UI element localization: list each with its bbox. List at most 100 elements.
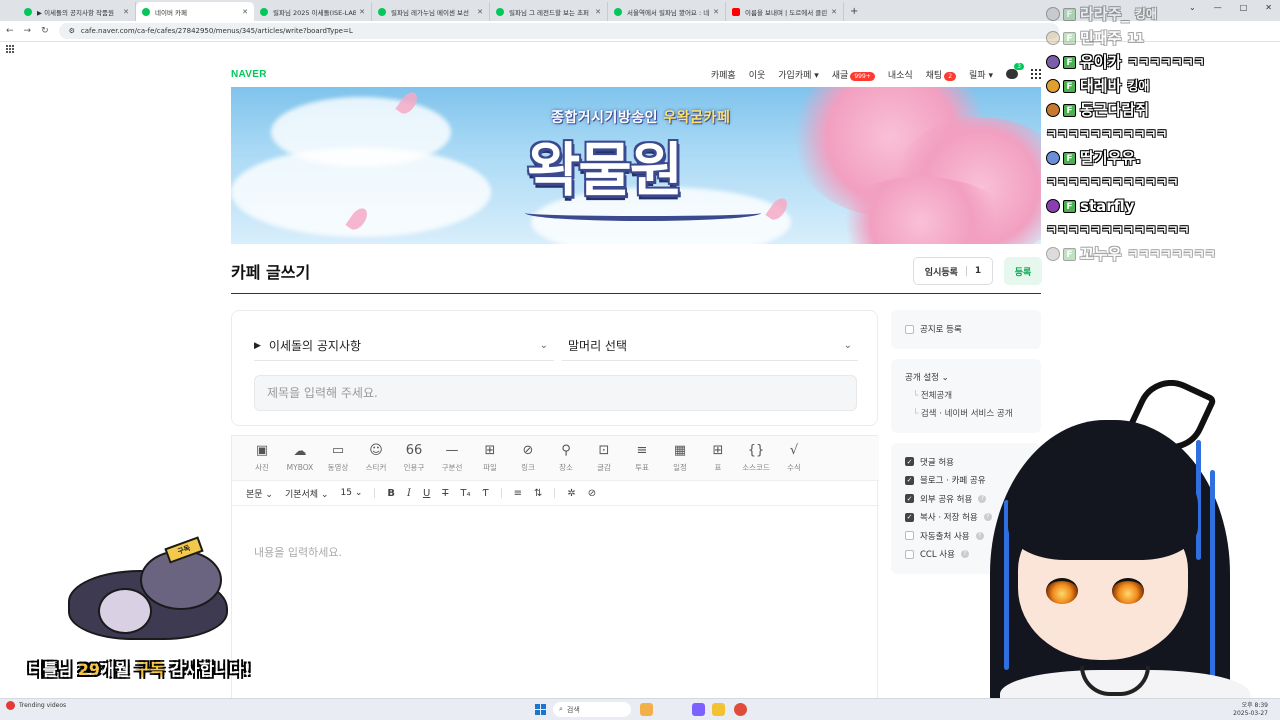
- widgets-button[interactable]: Trending videos: [6, 701, 66, 710]
- toolbar-formula-button[interactable]: √ 수식: [776, 436, 812, 480]
- chrome-icon[interactable]: [734, 703, 747, 716]
- toolbar-post-button[interactable]: ⊡ 글감: [586, 436, 622, 480]
- align-icon[interactable]: ≡: [514, 488, 522, 499]
- toolbar-place-button[interactable]: ⚲ 장소: [548, 436, 584, 480]
- back-icon[interactable]: ←: [6, 26, 14, 36]
- cafe-banner[interactable]: 종합거시기방송인 우왁굳카페 왁물원: [231, 87, 1041, 244]
- system-clock[interactable]: 오후 8:39 2025-03-27: [1233, 702, 1268, 718]
- tab-label: 서울역에서 릴파님 봤어요 : 네: [627, 8, 710, 17]
- chat-username: 민패주: [1080, 29, 1122, 47]
- reload-icon[interactable]: ↻: [41, 26, 49, 36]
- file-explorer-icon[interactable]: [712, 703, 725, 716]
- gnb-item[interactable]: 릴파 ▾: [969, 68, 993, 81]
- browser-tab[interactable]: 릴파님 레가누님 메이센 보선 ✕: [372, 2, 490, 21]
- new-tab-button[interactable]: +: [844, 2, 864, 21]
- close-tab-icon[interactable]: ✕: [831, 8, 837, 16]
- checkbox[interactable]: [905, 549, 914, 559]
- close-tab-icon[interactable]: ✕: [242, 8, 248, 16]
- toolbar-file-button[interactable]: ⊞ 파일: [472, 436, 508, 480]
- toolbar-mybox-button[interactable]: ☁ MYBOX: [282, 436, 318, 480]
- news-icon: [6, 701, 15, 710]
- insert-toolbar: ▣ 사진 ☁ MYBOX ▭ 동영상 ☺ 스티커 66 인용구 — 구분선 ⊞ 파일 ⊘ 링크 ⚲ 장소 ⊡ 글감 ≡ 투…: [232, 436, 879, 480]
- font-size-select[interactable]: 15 ⌄: [341, 488, 363, 498]
- forward-icon[interactable]: →: [24, 26, 32, 36]
- taskbar-search-label: 검색: [566, 705, 580, 714]
- file-icon: ⊞: [484, 442, 496, 458]
- close-tab-icon[interactable]: ✕: [123, 8, 129, 16]
- close-tab-icon[interactable]: ✕: [359, 8, 365, 16]
- toolbar-divider-button[interactable]: — 구분선: [434, 436, 470, 480]
- checkbox[interactable]: [905, 324, 914, 334]
- board-select[interactable]: ▶ 이세돌의 공지사항 ⌄: [254, 331, 554, 361]
- underline-icon[interactable]: U: [423, 488, 430, 499]
- strikethrough-icon[interactable]: T: [442, 488, 448, 499]
- head-select[interactable]: 말머리 선택 ⌄: [562, 331, 858, 361]
- gnb-item[interactable]: 이웃: [749, 68, 766, 81]
- widget-app-icon[interactable]: [640, 703, 653, 716]
- browser-tab[interactable]: 네이버 카페 ✕: [136, 2, 254, 21]
- highlight-icon[interactable]: Ƭ: [483, 488, 489, 499]
- toolbar-label: 사진: [255, 462, 269, 472]
- checkbox[interactable]: ✓: [905, 512, 914, 522]
- checkbox[interactable]: ✓: [905, 494, 914, 504]
- chat-text: 킹애: [1127, 79, 1150, 93]
- checkbox[interactable]: [905, 531, 914, 541]
- toolbar-vote-button[interactable]: ≡ 투표: [624, 436, 660, 480]
- toolbar-video-button[interactable]: ▭ 동영상: [320, 436, 356, 480]
- paragraph-style-value: 본문: [246, 489, 263, 500]
- toolbar-label: 일정: [673, 462, 687, 472]
- chat-text: ㅋㅋㅋㅋㅋㅋㅋㅋㅋㅋㅋㅋㅋ: [1046, 223, 1190, 237]
- toolbar-quote-button[interactable]: 66 인용구: [396, 436, 432, 480]
- temp-save-button[interactable]: 임시등록 1: [913, 257, 993, 285]
- site-info-icon[interactable]: ⚙: [69, 27, 75, 35]
- toolbar-label: 인용구: [403, 462, 425, 472]
- browser-tab[interactable]: 서울역에서 릴파님 봤어요 : 네 ✕: [608, 2, 726, 21]
- toolbar-schedule-button[interactable]: ▦ 일정: [662, 436, 698, 480]
- gnb-item[interactable]: 채팅 2: [926, 68, 957, 81]
- gnb-item[interactable]: 가입카페 ▾: [778, 68, 819, 81]
- close-tab-icon[interactable]: ✕: [713, 8, 719, 16]
- toolbar-table-button[interactable]: ⊞ 표: [700, 436, 736, 480]
- toolbar-photo-button[interactable]: ▣ 사진: [244, 436, 280, 480]
- browser-tab[interactable]: 릴파님 2025 이세돌(ISE-LAB) ✕: [254, 2, 372, 21]
- naver-logo[interactable]: NAVER: [231, 69, 267, 80]
- notice-checkbox[interactable]: 공지로 등록: [905, 320, 1027, 339]
- browser-tab[interactable]: 이름을 보내며 | 도르에서 클린 ✕: [726, 2, 844, 21]
- gnb-item-label: 이웃: [748, 70, 766, 81]
- gnb-item-label: 내소식: [887, 70, 913, 81]
- italic-icon[interactable]: I: [407, 488, 411, 499]
- service-menu-icon[interactable]: [1031, 69, 1041, 79]
- global-nav: NAVER 카페홈 이웃 가입카페 ▾ 새글 999+ 내소식 채팅 2 릴파 ▾ 3: [231, 63, 1041, 84]
- line-spacing-icon[interactable]: ⇅: [534, 488, 542, 499]
- checkbox[interactable]: ✓: [905, 475, 914, 485]
- toolbar-sticker-button[interactable]: ☺ 스티커: [358, 436, 394, 480]
- browser-tab[interactable]: ▶ 이세돌의 공지사항 작품원 ✕: [18, 2, 136, 21]
- checkbox[interactable]: ✓: [905, 457, 914, 467]
- start-button[interactable]: [535, 704, 546, 715]
- browser-tab[interactable]: 릴파님 그 레전드할 보는 초퍼 ✕: [490, 2, 608, 21]
- gnb-item[interactable]: 새글 999+: [832, 68, 875, 81]
- text-color-icon[interactable]: T₄: [460, 488, 470, 499]
- bold-icon[interactable]: B: [387, 488, 395, 499]
- apps-icon[interactable]: [6, 45, 14, 53]
- copilot-icon[interactable]: [692, 703, 705, 716]
- font-family-select[interactable]: 기본서체 ⌄: [285, 487, 329, 500]
- gnb-item[interactable]: 내소식: [888, 68, 913, 81]
- toolbar-code-button[interactable]: {} 소스코드: [738, 436, 774, 480]
- gnb-item[interactable]: 카페홈: [711, 68, 736, 81]
- toolbar-link-button[interactable]: ⊘ 링크: [510, 436, 546, 480]
- paragraph-style-select[interactable]: 본문 ⌄: [246, 487, 273, 500]
- chat-icon[interactable]: 3: [1006, 63, 1024, 79]
- register-button[interactable]: 등록: [1004, 257, 1042, 285]
- url-field[interactable]: ⚙ cafe.naver.com/ca-fe/cafes/27842950/me…: [58, 23, 1059, 39]
- taskbar-search[interactable]: ⌕ 검색: [553, 702, 631, 717]
- chat-text: ㅋㅋㅋㅋㅋㅋㅋㅋㅋㅋㅋㅋ: [1046, 175, 1179, 189]
- title-input[interactable]: [254, 375, 857, 411]
- close-tab-icon[interactable]: ✕: [595, 8, 601, 16]
- close-tab-icon[interactable]: ✕: [477, 8, 483, 16]
- widgets-label: Trending videos: [19, 702, 67, 709]
- special-char-icon[interactable]: ✲: [567, 488, 575, 499]
- link-icon[interactable]: ⊘: [588, 488, 596, 499]
- chat-username: 동근다람쥐: [1080, 101, 1150, 119]
- fan-badge-icon: F: [1063, 199, 1076, 213]
